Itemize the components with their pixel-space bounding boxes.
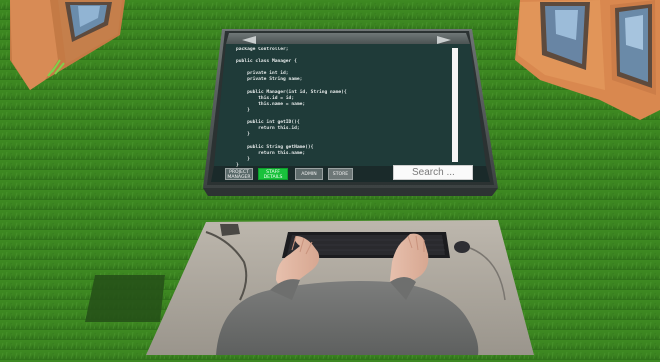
staff-button-label-2: DETAILS bbox=[263, 175, 283, 180]
staff-details-button[interactable]: STAFF DETAILS bbox=[258, 168, 288, 180]
search-input[interactable]: Search ... bbox=[393, 165, 473, 180]
store-button-label: STORE bbox=[332, 172, 349, 177]
shadow-patch bbox=[85, 275, 165, 322]
admin-button-label: ADMIN bbox=[301, 172, 317, 177]
store-button[interactable]: STORE bbox=[328, 168, 353, 180]
code-editor[interactable]: package Controller; public class Manager… bbox=[236, 47, 448, 167]
project-manager-button[interactable]: PROJECT MANAGER bbox=[225, 168, 253, 180]
project-button-label-2: MANAGER bbox=[227, 175, 251, 180]
vr-scene: package Controller; public class Manager… bbox=[0, 0, 660, 362]
code-scrollbar[interactable] bbox=[452, 48, 458, 162]
admin-button[interactable]: ADMIN bbox=[295, 168, 323, 180]
code-text: package Controller; public class Manager… bbox=[236, 47, 347, 167]
scroll-left-arrow-icon[interactable] bbox=[242, 36, 256, 44]
scroll-right-arrow-icon[interactable] bbox=[437, 36, 451, 44]
